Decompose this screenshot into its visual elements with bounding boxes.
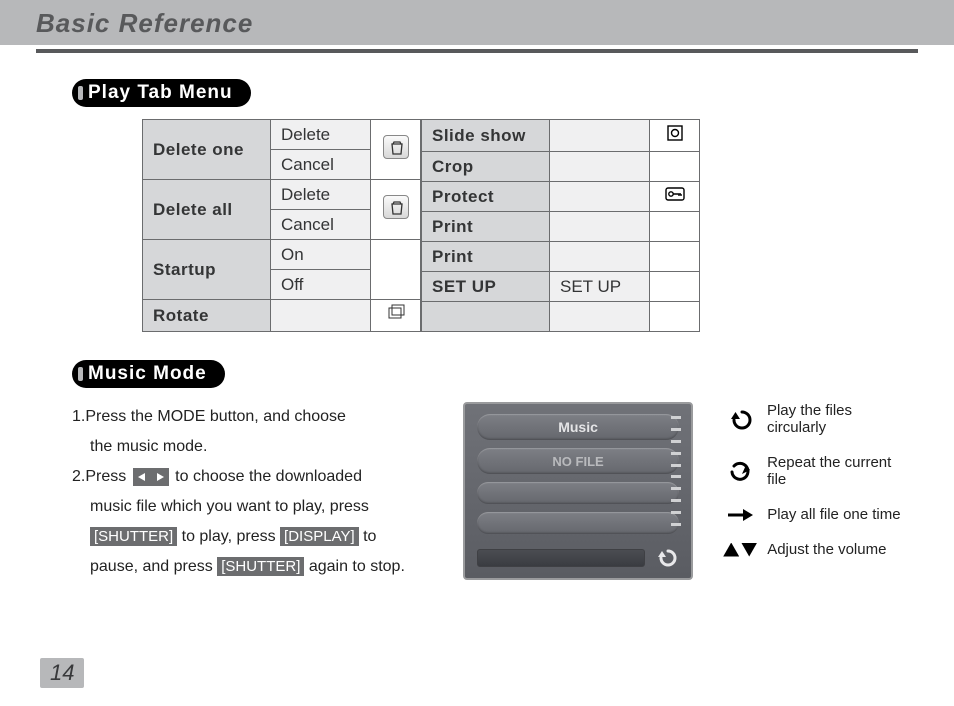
step-text: 2.Press	[72, 468, 126, 485]
menu-icon-cell	[371, 240, 421, 300]
menu-value	[550, 242, 650, 272]
menu-label-crop: Crop	[422, 152, 550, 182]
menu-value: Off	[271, 270, 371, 300]
menu-table-left: Delete one Delete Cancel Delete all Dele…	[142, 119, 421, 332]
rotate-icon	[386, 307, 406, 326]
menu-empty	[550, 302, 650, 332]
menu-empty	[422, 302, 550, 332]
display-key: [DISPLAY]	[280, 527, 359, 546]
menu-label-startup: Startup	[143, 240, 271, 300]
slideshow-icon	[666, 127, 684, 146]
menu-value: SET UP	[550, 272, 650, 302]
legend-text: Repeat the current file	[767, 454, 914, 488]
menu-label-print: Print	[422, 212, 550, 242]
menu-icon-cell	[650, 212, 700, 242]
loop-all-icon	[727, 408, 753, 430]
menu-icon-cell	[650, 182, 700, 212]
screen-title-bar: Music	[477, 414, 679, 440]
menu-icon-cell	[371, 120, 421, 180]
progress-bar	[477, 549, 645, 567]
back-icon	[655, 546, 679, 570]
trash-icon	[383, 195, 409, 219]
repeat-one-icon	[727, 460, 753, 482]
step-line: 1.Press the MODE button, and choose	[72, 402, 435, 432]
menu-icon-cell	[650, 242, 700, 272]
legend-text: Play all file one time	[767, 506, 900, 523]
legend-text: Play the files circularly	[767, 402, 914, 436]
shutter-key: [SHUTTER]	[90, 527, 177, 546]
menu-value: On	[271, 240, 371, 270]
screen-file-bar: NO FILE	[477, 448, 679, 474]
screen-empty-bar	[477, 482, 679, 504]
step-line: [SHUTTER] to play, press [DISPLAY] to	[72, 522, 435, 552]
music-mode-steps: 1.Press the MODE button, and choose the …	[72, 402, 435, 582]
menu-value	[550, 120, 650, 152]
icon-legend: Play the files circularly Repeat the cur…	[727, 402, 914, 582]
step-text: again to stop.	[304, 558, 405, 575]
legend-text: Adjust the volume	[767, 541, 886, 558]
up-down-arrows-icon	[727, 543, 753, 557]
play-once-icon	[727, 508, 753, 522]
shutter-key: [SHUTTER]	[217, 557, 304, 576]
screen-empty-bar	[477, 512, 679, 534]
menu-value	[550, 182, 650, 212]
menu-label-protect: Protect	[422, 182, 550, 212]
menu-icon-cell	[371, 180, 421, 240]
section-music-mode: Music Mode	[72, 360, 225, 388]
menu-empty	[650, 302, 700, 332]
menu-label-setup: SET UP	[422, 272, 550, 302]
menu-icon-cell	[650, 272, 700, 302]
volume-scale-icon	[671, 416, 681, 526]
music-screen: Music NO FILE	[463, 402, 693, 580]
menu-value: Delete	[271, 120, 371, 150]
menu-value	[271, 300, 371, 332]
play-tab-menu-tables: Delete one Delete Cancel Delete all Dele…	[142, 119, 914, 332]
menu-value	[550, 152, 650, 182]
page-number: 14	[40, 658, 84, 688]
left-right-arrows-icon	[133, 468, 169, 486]
menu-icon-cell	[371, 300, 421, 332]
step-line: music file which you want to play, press	[72, 492, 435, 522]
step-text: to choose the downloaded	[175, 468, 362, 485]
step-text: pause, and press	[90, 558, 213, 575]
menu-value	[550, 212, 650, 242]
section-play-tab-menu: Play Tab Menu	[72, 79, 251, 107]
menu-label-rotate: Rotate	[143, 300, 271, 332]
step-text: to play, press	[177, 528, 275, 545]
trash-icon	[383, 135, 409, 159]
step-text: to	[359, 528, 377, 545]
menu-label-slideshow: Slide show	[422, 120, 550, 152]
step-line: the music mode.	[72, 432, 435, 462]
menu-label-print2: Print	[422, 242, 550, 272]
step-line: pause, and press [SHUTTER] again to stop…	[72, 552, 435, 582]
step-line: 2.Press to choose the downloaded	[72, 462, 435, 492]
menu-value: Delete	[271, 180, 371, 210]
menu-icon-cell	[650, 120, 700, 152]
menu-value: Cancel	[271, 150, 371, 180]
menu-icon-cell	[650, 152, 700, 182]
key-icon	[665, 187, 685, 206]
menu-label-delete-all: Delete all	[143, 180, 271, 240]
page-title: Basic Reference	[36, 8, 954, 39]
menu-value: Cancel	[271, 210, 371, 240]
menu-label-delete-one: Delete one	[143, 120, 271, 180]
menu-table-right: Slide show Crop Protect	[421, 119, 700, 332]
header-bar: Basic Reference	[0, 0, 954, 45]
